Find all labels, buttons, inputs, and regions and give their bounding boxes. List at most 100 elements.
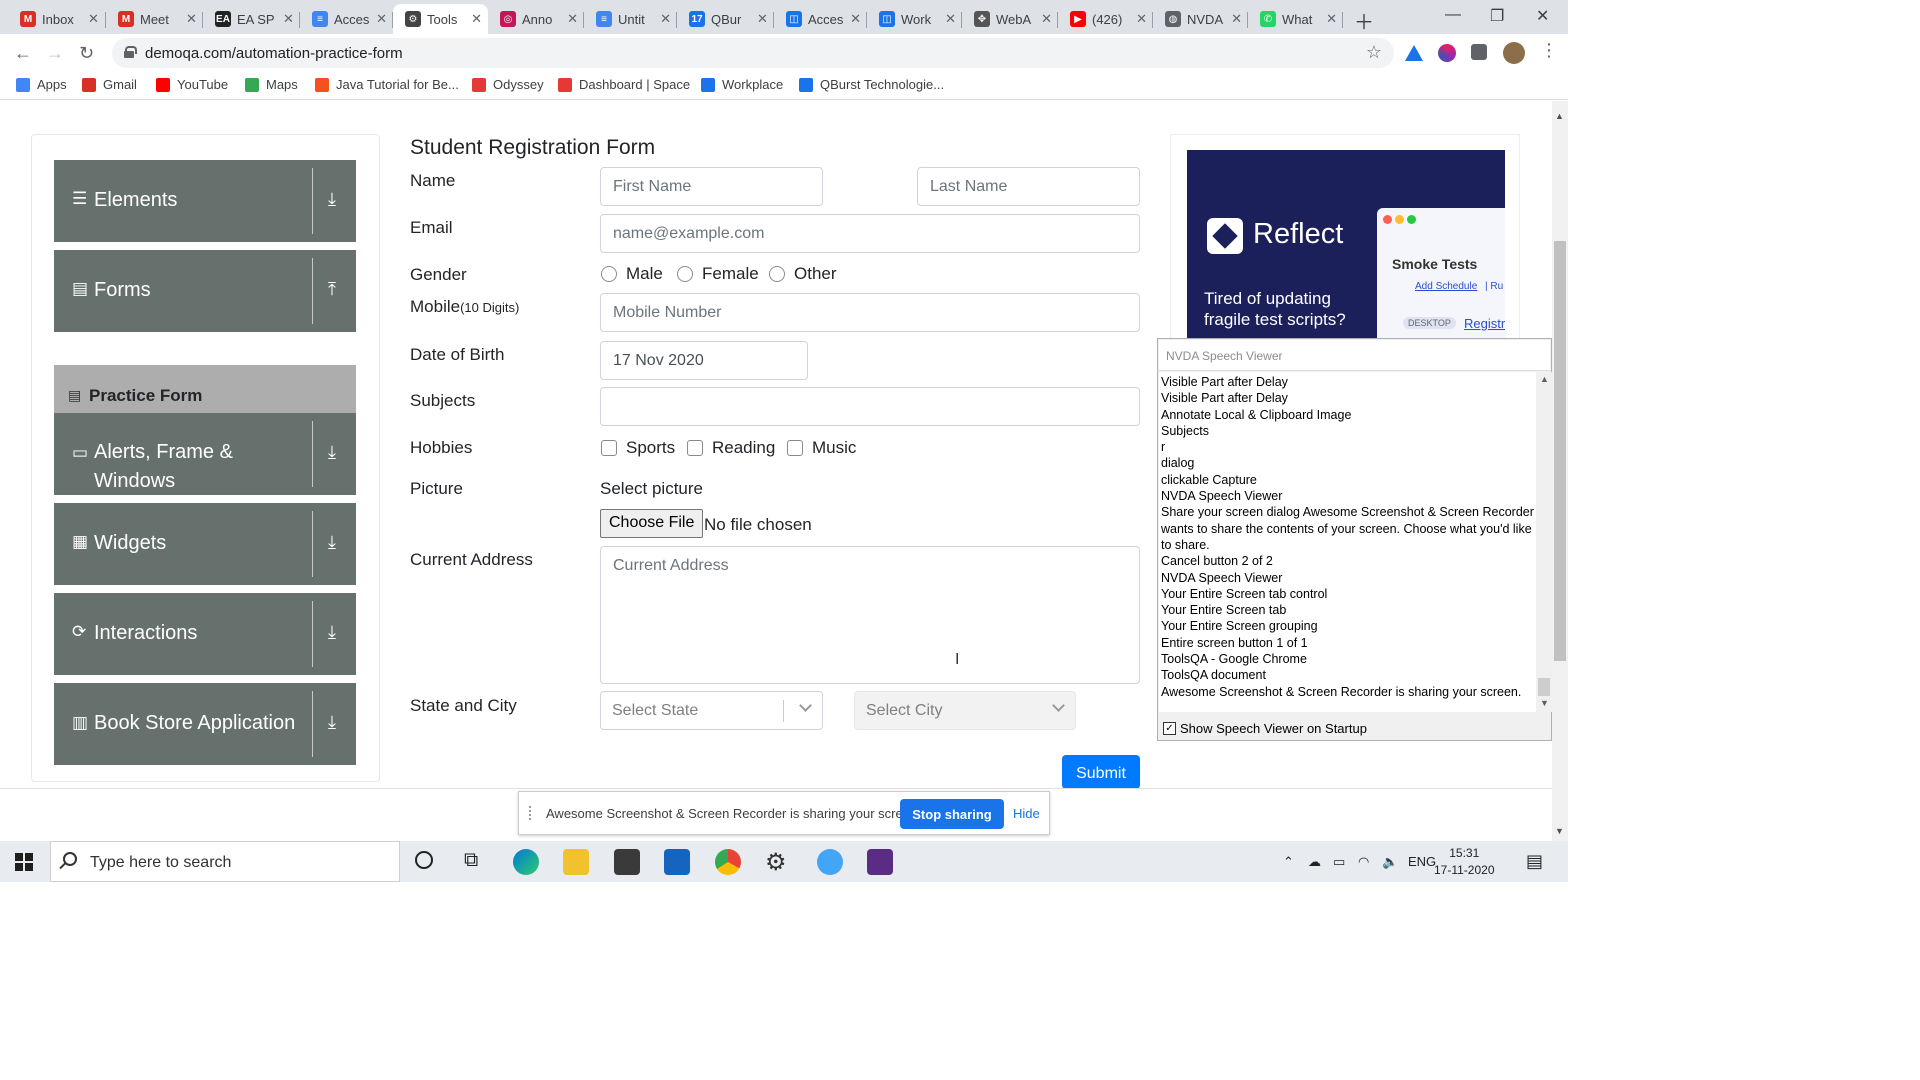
nvda-scrollbar[interactable]: ▲ ▼ (1536, 372, 1552, 712)
last-name-input[interactable]: Last Name (917, 167, 1140, 206)
browser-tab[interactable]: EA EA SP ✕ (203, 4, 300, 34)
ad-banner[interactable]: Reflect Tired of updating fragile test s… (1187, 150, 1505, 345)
tab-close-icon[interactable]: ✕ (757, 11, 768, 27)
state-select[interactable]: Select State (600, 691, 823, 730)
subjects-input[interactable] (600, 387, 1140, 426)
edge-icon[interactable] (513, 849, 539, 875)
bookmark-item[interactable]: Odyssey (472, 77, 544, 92)
store-icon[interactable] (614, 849, 640, 875)
mail-icon[interactable] (664, 849, 690, 875)
browser-menu-icon[interactable]: ⋮ (1540, 40, 1558, 61)
bookmark-star-icon[interactable]: ☆ (1366, 42, 1382, 63)
tab-close-icon[interactable]: ✕ (850, 11, 861, 27)
scroll-up-icon[interactable]: ▲ (1555, 111, 1564, 121)
stop-sharing-button[interactable]: Stop sharing (900, 799, 1004, 829)
profile-avatar[interactable] (1503, 42, 1525, 64)
browser-tab[interactable]: ◎ Anno ✕ (488, 4, 584, 34)
close-window-icon[interactable]: ✕ (1536, 6, 1549, 26)
chrome-icon[interactable] (715, 849, 741, 875)
bookmark-item[interactable]: Dashboard | Space (558, 77, 690, 92)
mobile-input[interactable]: Mobile Number (600, 293, 1140, 332)
tab-close-icon[interactable]: ✕ (1041, 11, 1052, 27)
hobby-sports-checkbox[interactable]: Sports (601, 438, 675, 458)
show-on-startup-checkbox[interactable]: ✓ Show Speech Viewer on Startup (1163, 721, 1367, 736)
maximize-icon[interactable]: ❐ (1490, 6, 1504, 26)
tab-close-icon[interactable]: ✕ (1326, 11, 1337, 27)
scroll-down-icon[interactable]: ▼ (1540, 698, 1549, 708)
address-bar[interactable]: demoqa.com/automation-practice-form ☆ (112, 38, 1394, 68)
gender-female-radio[interactable]: Female (677, 264, 759, 284)
browser-tab[interactable]: ◫ Acces ✕ (774, 4, 867, 34)
choose-file-button[interactable]: Choose File (600, 509, 704, 538)
bookmark-item[interactable]: YouTube (156, 77, 228, 92)
minimize-icon[interactable]: — (1445, 6, 1461, 24)
sidebar-group[interactable]: ▤ Forms ⤒ (54, 250, 356, 332)
tab-close-icon[interactable]: ✕ (376, 11, 387, 27)
extensions-puzzle-icon[interactable] (1471, 44, 1487, 60)
tab-close-icon[interactable]: ✕ (186, 11, 197, 27)
browser-tab[interactable]: M Inbox ✕ (8, 4, 106, 34)
browser-tab[interactable]: ≡ Untit ✕ (584, 4, 677, 34)
new-tab-plus-icon[interactable]: ＋ (1354, 6, 1374, 35)
browser-tab[interactable]: 17 QBur ✕ (677, 4, 774, 34)
onedrive-icon[interactable]: ☁ (1308, 854, 1321, 870)
nvda-speech-log[interactable]: Visible Part after Delay Visible Part aft… (1159, 372, 1536, 712)
tab-close-icon[interactable]: ✕ (660, 11, 671, 27)
hobby-music-checkbox[interactable]: Music (787, 438, 856, 458)
taskbar-clock[interactable]: 15:31 17-11-2020 (1434, 845, 1495, 879)
taskbar-search[interactable]: Type here to search (50, 841, 400, 882)
page-scrollbar[interactable]: ▲ ▼ (1552, 101, 1568, 841)
sidebar-group[interactable]: ⟳ Interactions ⤓ (54, 593, 356, 675)
tab-close-icon[interactable]: ✕ (283, 11, 294, 27)
reflect-ad[interactable]: Reflect Tired of updating fragile test s… (1170, 134, 1520, 345)
battery-icon[interactable]: ▭ (1333, 854, 1345, 870)
browser-tab[interactable]: ▶ (426) ✕ (1058, 4, 1153, 34)
browser-tab[interactable]: ◫ Work ✕ (867, 4, 962, 34)
screenshot-extension-icon[interactable] (1438, 44, 1456, 62)
submit-button[interactable]: Submit (1062, 755, 1140, 788)
scroll-down-icon[interactable]: ▼ (1555, 826, 1564, 836)
sidebar-group[interactable]: ☰ Elements ⤓ (54, 160, 356, 242)
wifi-icon[interactable]: ◠ (1358, 854, 1369, 870)
drag-handle-icon[interactable] (529, 806, 534, 820)
sidebar-group[interactable]: ▥ Book Store Application ⤓ (54, 683, 356, 765)
current-address-textarea[interactable]: Current Address (600, 546, 1140, 684)
cortana-icon[interactable] (415, 851, 433, 869)
sidebar-group[interactable]: ▭ Alerts, Frame & Windows ⤓ (54, 413, 356, 495)
language-indicator[interactable]: ENG (1408, 854, 1436, 869)
bookmark-item[interactable]: Apps (16, 77, 67, 92)
first-name-input[interactable]: First Name (600, 167, 823, 206)
gender-male-radio[interactable]: Male (601, 264, 663, 284)
tab-close-icon[interactable]: ✕ (88, 11, 99, 27)
browser-tab[interactable]: ◍ NVDA ✕ (1153, 4, 1248, 34)
browser-tab[interactable]: ⚙ Tools ✕ (393, 4, 488, 34)
tab-close-icon[interactable]: ✕ (1231, 11, 1242, 27)
internet-explorer-icon[interactable] (817, 849, 843, 875)
bookmark-item[interactable]: QBurst Technologie... (799, 77, 944, 92)
dob-input[interactable]: 17 Nov 2020 (600, 341, 808, 380)
windows-start-icon[interactable] (15, 853, 33, 871)
file-explorer-icon[interactable] (563, 849, 589, 875)
city-select[interactable]: Select City (854, 691, 1076, 730)
hide-button[interactable]: Hide (1013, 806, 1040, 821)
task-view-icon[interactable]: ⧉ (464, 849, 478, 872)
back-arrow-icon[interactable]: ← (14, 43, 32, 64)
reload-icon[interactable]: ↻ (79, 43, 94, 64)
browser-tab[interactable]: M Meet ✕ (106, 4, 203, 34)
nvda-scrollbar-thumb[interactable] (1538, 678, 1550, 696)
forward-arrow-icon[interactable]: → (46, 43, 64, 64)
email-input[interactable]: name@example.com (600, 214, 1140, 253)
sidebar-group[interactable]: ▦ Widgets ⤓ (54, 503, 356, 585)
tab-close-icon[interactable]: ✕ (945, 11, 956, 27)
notifications-icon[interactable]: ▤ (1526, 851, 1543, 872)
tray-chevron-up-icon[interactable]: ⌃ (1283, 854, 1294, 870)
volume-icon[interactable]: 🔈 (1382, 854, 1398, 870)
nvda-icon[interactable] (867, 849, 893, 875)
scroll-up-icon[interactable]: ▲ (1540, 374, 1549, 384)
settings-gear-icon[interactable]: ⚙ (765, 848, 787, 877)
browser-tab[interactable]: ✥ WebA ✕ (962, 4, 1058, 34)
bookmark-item[interactable]: Workplace (701, 77, 783, 92)
tab-close-icon[interactable]: ✕ (471, 11, 482, 27)
bookmark-item[interactable]: Gmail (82, 77, 137, 92)
browser-tab[interactable]: ≡ Acces ✕ (300, 4, 393, 34)
